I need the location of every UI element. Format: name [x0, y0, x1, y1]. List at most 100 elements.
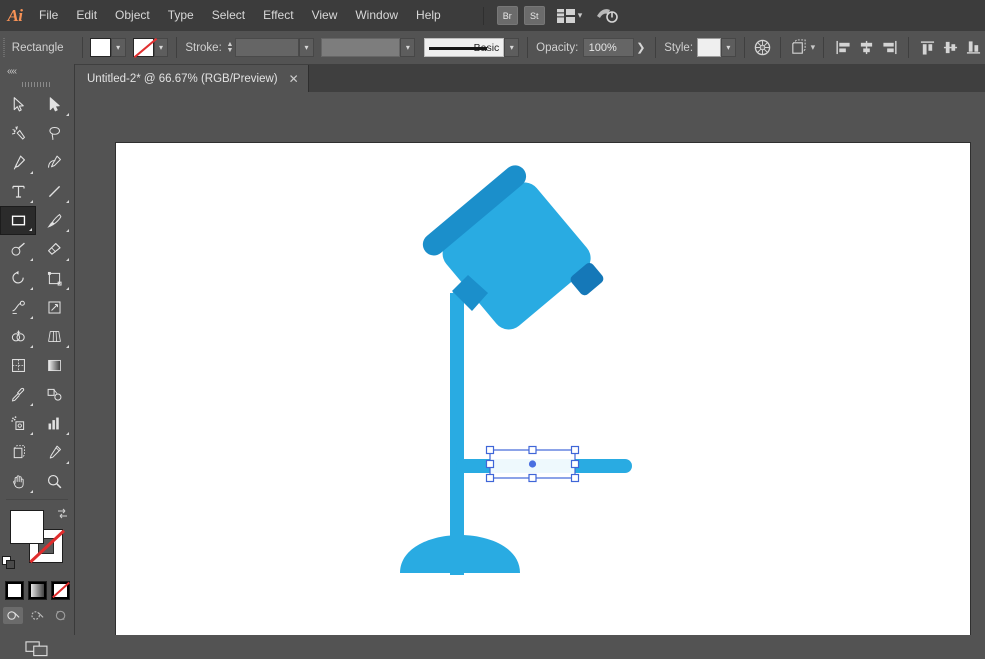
scale-tool[interactable]	[36, 264, 72, 293]
curvature-tool[interactable]	[36, 148, 72, 177]
collapse-toolbar-button[interactable]: ««	[0, 64, 74, 79]
color-mode-button[interactable]	[4, 581, 24, 600]
paintbrush-tool[interactable]	[36, 206, 72, 235]
align-vertical-group	[917, 37, 985, 58]
desk-lamp-illustration[interactable]	[116, 143, 970, 635]
zoom-tool[interactable]	[36, 467, 72, 496]
magic-wand-tool[interactable]	[0, 119, 36, 148]
direct-selection-tool[interactable]	[36, 90, 72, 119]
free-transform-tool[interactable]	[36, 293, 72, 322]
align-horizontal-center-icon[interactable]	[855, 37, 877, 58]
divider	[81, 37, 83, 58]
draw-behind-button[interactable]	[27, 607, 47, 624]
menu-file[interactable]: File	[30, 0, 67, 31]
align-right-icon[interactable]	[878, 37, 900, 58]
menu-type[interactable]: Type	[159, 0, 203, 31]
opacity-label: Opacity:	[536, 41, 579, 54]
stroke-dropdown-chevron-icon[interactable]: ▾	[153, 38, 169, 57]
close-icon[interactable]: ✕	[289, 73, 299, 85]
draw-normal-button[interactable]	[3, 607, 23, 624]
change-screen-mode-button[interactable]	[22, 637, 52, 659]
fill-stroke-cluster	[0, 505, 74, 579]
tools-panel: ««	[0, 64, 75, 656]
fill-color-swatch[interactable]	[90, 38, 111, 57]
stroke-color-swatch[interactable]	[133, 38, 154, 57]
menubar-divider	[482, 6, 484, 25]
menu-select[interactable]: Select	[203, 0, 254, 31]
divider	[779, 37, 781, 58]
slice-tool[interactable]	[36, 438, 72, 467]
pen-tool[interactable]	[0, 148, 36, 177]
graphic-style-swatch[interactable]	[697, 38, 721, 57]
variable-width-chevron-icon[interactable]: ▾	[400, 38, 416, 57]
lasso-tool[interactable]	[36, 119, 72, 148]
variable-width-profile-input[interactable]	[320, 38, 401, 57]
eraser-tool[interactable]	[36, 235, 72, 264]
menu-edit[interactable]: Edit	[67, 0, 106, 31]
document-tab[interactable]: Untitled-2* @ 66.67% (RGB/Preview) ✕	[75, 65, 309, 92]
swap-fill-stroke-icon[interactable]	[56, 507, 69, 520]
arrange-documents-icon[interactable]	[556, 8, 575, 23]
menu-effect[interactable]: Effect	[254, 0, 302, 31]
align-vertical-center-icon[interactable]	[940, 37, 962, 58]
gradient-tool[interactable]	[36, 351, 72, 380]
align-bottom-icon[interactable]	[963, 37, 985, 58]
symbol-sprayer-tool[interactable]	[0, 409, 36, 438]
stroke-profile-chevron-icon[interactable]: ▾	[504, 38, 520, 57]
stock-button[interactable]: St	[523, 6, 545, 25]
transform-icon[interactable]	[789, 37, 808, 58]
canvas-area[interactable]	[75, 92, 985, 635]
perspective-grid-tool[interactable]	[36, 322, 72, 351]
fill-dropdown-chevron-icon[interactable]: ▾	[110, 38, 126, 57]
artboard[interactable]	[116, 143, 970, 635]
fill-color-swatch-toolbar[interactable]	[10, 510, 44, 544]
divider	[527, 37, 529, 58]
screen-mode-row	[0, 637, 74, 659]
draw-inside-button[interactable]	[51, 607, 71, 624]
width-tool[interactable]	[0, 293, 36, 322]
column-graph-tool[interactable]	[36, 409, 72, 438]
divider	[823, 37, 825, 58]
align-left-icon[interactable]	[832, 37, 854, 58]
type-tool[interactable]	[0, 177, 36, 206]
arrange-chevron-down-icon[interactable]: ▾	[578, 11, 583, 20]
menu-bar: Ai File Edit Object Type Select Effect V…	[0, 0, 985, 32]
workspace-switcher-icon[interactable]	[596, 7, 619, 25]
stroke-weight-stepper[interactable]: ▲ ▼	[225, 38, 235, 57]
artboard-tool[interactable]	[0, 438, 36, 467]
mesh-tool[interactable]	[0, 351, 36, 380]
recolor-artwork-icon[interactable]	[753, 37, 772, 58]
hand-tool[interactable]	[0, 467, 36, 496]
none-mode-button[interactable]	[50, 581, 70, 600]
bridge-button[interactable]: Br	[496, 6, 518, 25]
default-fill-stroke-icon[interactable]	[2, 556, 15, 569]
stroke-weight-input[interactable]	[235, 38, 300, 57]
rectangle-tool[interactable]	[0, 206, 36, 235]
menu-view[interactable]: View	[303, 0, 347, 31]
stroke-weight-chevron-icon[interactable]: ▾	[299, 38, 314, 57]
document-tab-title: Untitled-2* @ 66.67% (RGB/Preview)	[87, 72, 278, 85]
rotate-tool[interactable]	[0, 264, 36, 293]
shape-builder-tool[interactable]	[0, 322, 36, 351]
transform-chevron-down-icon[interactable]: ▾	[811, 43, 816, 52]
toolbar-drag-grip[interactable]	[0, 79, 74, 90]
control-bar-grip[interactable]	[0, 31, 8, 64]
shaper-tool[interactable]	[0, 235, 36, 264]
stroke-weight-label: Stroke:	[185, 41, 222, 54]
opacity-panel-arrow-icon[interactable]: ❯	[634, 38, 647, 57]
document-tab-bar: Untitled-2* @ 66.67% (RGB/Preview) ✕	[75, 64, 985, 93]
stroke-profile-display[interactable]: Basic	[423, 38, 505, 57]
menu-help[interactable]: Help	[407, 0, 450, 31]
blend-tool[interactable]	[36, 380, 72, 409]
menu-object[interactable]: Object	[106, 0, 159, 31]
align-top-icon[interactable]	[917, 37, 939, 58]
color-mode-buttons	[0, 581, 74, 600]
menu-window[interactable]: Window	[346, 0, 407, 31]
opacity-input[interactable]: 100%	[582, 38, 635, 57]
divider	[743, 37, 745, 58]
eyedropper-tool[interactable]	[0, 380, 36, 409]
selection-tool[interactable]	[0, 90, 36, 119]
gradient-mode-button[interactable]	[27, 581, 47, 600]
line-segment-tool[interactable]	[36, 177, 72, 206]
style-chevron-icon[interactable]: ▾	[720, 38, 736, 57]
